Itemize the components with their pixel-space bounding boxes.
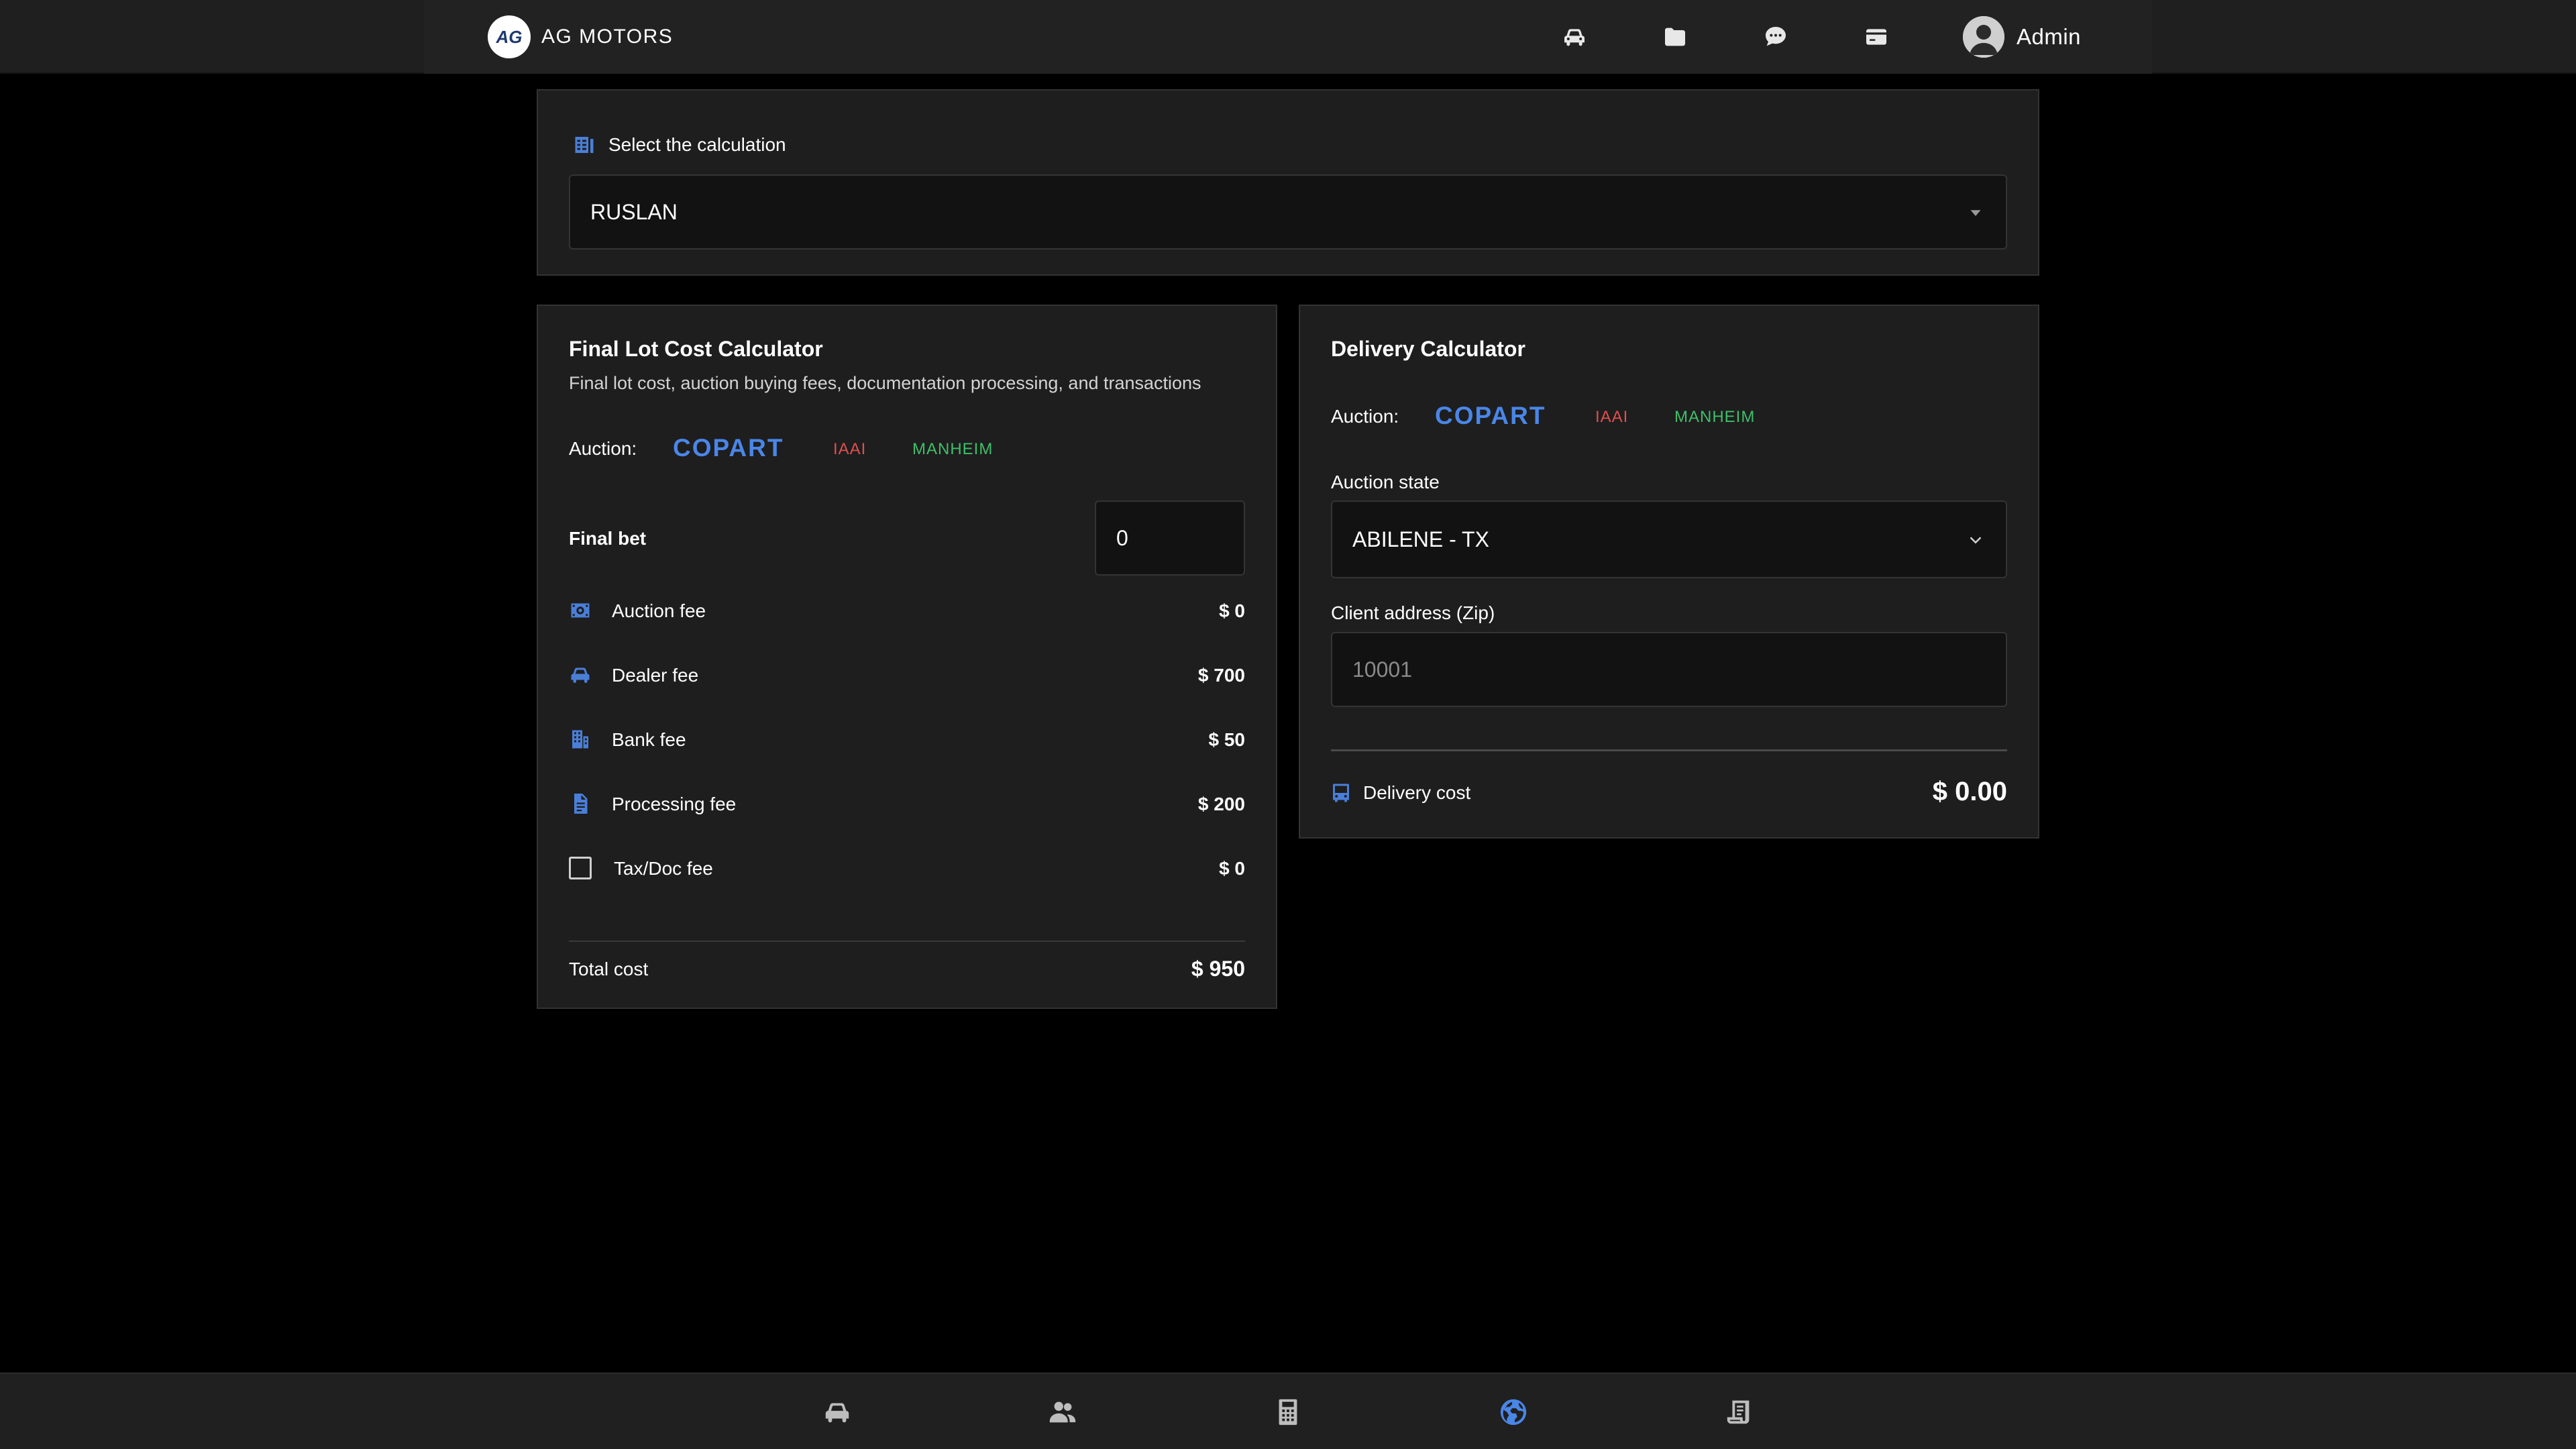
final-bet-label: Final bet — [569, 528, 647, 549]
gear-icon — [571, 603, 590, 618]
dealer-fee-value: $ 700 — [1197, 665, 1245, 686]
delivery-auction-manheim[interactable]: MANHEIM — [1674, 408, 1755, 427]
brand-logo[interactable]: AG — [488, 15, 531, 58]
ledger-icon — [575, 137, 594, 153]
bottom-nav-cars[interactable] — [819, 1394, 855, 1430]
client-zip-label: Client address (Zip) — [1331, 602, 1495, 623]
delivery-auction-copart[interactable]: COPART — [1435, 402, 1546, 430]
auction-fee-label: Auction fee — [612, 600, 706, 621]
bank-fee-icon-wrap — [568, 727, 592, 751]
lot-auction-manheim[interactable]: MANHEIM — [912, 440, 993, 459]
calculation-select-value: RUSLAN — [590, 199, 678, 224]
nav-cars-button[interactable] — [1558, 20, 1591, 54]
bottom-nav-receipt[interactable] — [1721, 1394, 1757, 1430]
tax-doc-fee-label: Tax/Doc fee — [614, 858, 713, 879]
car-icon — [825, 1403, 849, 1423]
user-icon — [1963, 16, 2004, 58]
total-cost-value: $ 950 — [1191, 957, 1245, 981]
delivery-cost-icon-wrap — [1329, 781, 1353, 805]
lot-calculator-subtitle: Final lot cost, auction buying fees, doc… — [569, 373, 1201, 393]
final-bet-value: 0 — [1116, 525, 1128, 550]
client-zip-placeholder: 10001 — [1352, 657, 1412, 682]
building-icon — [572, 730, 588, 749]
lot-divider — [569, 941, 1245, 942]
receipt-icon — [1727, 1400, 1750, 1424]
nav-card-button[interactable] — [1860, 20, 1893, 54]
bus-icon — [1333, 784, 1349, 802]
auction-state-value: ABILENE - TX — [1352, 527, 1489, 551]
processing-fee-label: Processing fee — [612, 794, 737, 814]
delivery-cost-value: $ 0.00 — [1932, 777, 2007, 806]
dealer-fee-label: Dealer fee — [612, 665, 699, 686]
delivery-calculator-title: Delivery Calculator — [1331, 337, 1525, 361]
delivery-cost-label: Delivery cost — [1363, 782, 1471, 803]
user-name[interactable]: Admin — [2017, 24, 2081, 50]
delivery-divider — [1331, 749, 2007, 751]
bottom-nav-users[interactable] — [1044, 1394, 1081, 1430]
folder-icon — [1665, 28, 1685, 46]
auction-state-select[interactable]: ABILENE - TX — [1331, 500, 2007, 578]
dealer-fee-icon-wrap — [568, 663, 592, 687]
car-icon — [1564, 29, 1585, 46]
bank-fee-value: $ 50 — [1208, 729, 1246, 750]
globe-icon — [1500, 1399, 1527, 1426]
calculation-select-icon-wrap — [572, 133, 596, 157]
card-icon — [1866, 29, 1886, 45]
car-icon — [571, 667, 590, 683]
bottom-nav-calculator[interactable] — [1270, 1394, 1306, 1430]
lot-auction-copart[interactable]: COPART — [673, 434, 784, 462]
processing-fee-value: $ 200 — [1197, 794, 1245, 814]
calculator-icon — [1279, 1399, 1297, 1426]
lot-calculator-title: Final Lot Cost Calculator — [569, 337, 823, 361]
users-icon — [1049, 1401, 1076, 1423]
client-zip-input[interactable]: 10001 — [1331, 632, 2007, 707]
lot-cost-calculator-card — [537, 305, 1277, 1009]
auction-state-label: Auction state — [1331, 472, 1440, 492]
nav-folder-button[interactable] — [1658, 20, 1692, 54]
tax-doc-fee-value: $ 0 — [1219, 858, 1245, 879]
calculation-select-label: Select the calculation — [608, 134, 786, 155]
tax-doc-fee-checkbox[interactable] — [569, 857, 592, 879]
auction-fee-icon-wrap — [568, 598, 592, 623]
document-icon — [574, 794, 588, 814]
chevron-down-icon — [1970, 537, 1982, 544]
lot-auction-iaai[interactable]: IAAI — [833, 440, 866, 459]
lot-auction-label: Auction: — [569, 438, 637, 459]
user-avatar[interactable] — [1963, 16, 2004, 58]
delivery-auction-label: Auction: — [1331, 406, 1399, 427]
calculation-select-dropdown[interactable]: RUSLAN — [569, 174, 2007, 250]
total-cost-label: Total cost — [569, 959, 649, 979]
bank-fee-label: Bank fee — [612, 729, 686, 750]
processing-fee-icon-wrap — [568, 792, 592, 816]
auction-fee-value: $ 0 — [1219, 600, 1245, 621]
logo-text: AG — [496, 26, 523, 47]
nav-chat-button[interactable] — [1759, 20, 1792, 54]
caret-down-icon — [1970, 210, 1981, 216]
brand-name[interactable]: AG MOTORS — [541, 25, 673, 48]
delivery-auction-iaai[interactable]: IAAI — [1595, 408, 1628, 427]
final-bet-input[interactable]: 0 — [1095, 500, 1245, 576]
bottom-nav-globe[interactable] — [1495, 1394, 1532, 1430]
chat-icon — [1766, 27, 1786, 46]
